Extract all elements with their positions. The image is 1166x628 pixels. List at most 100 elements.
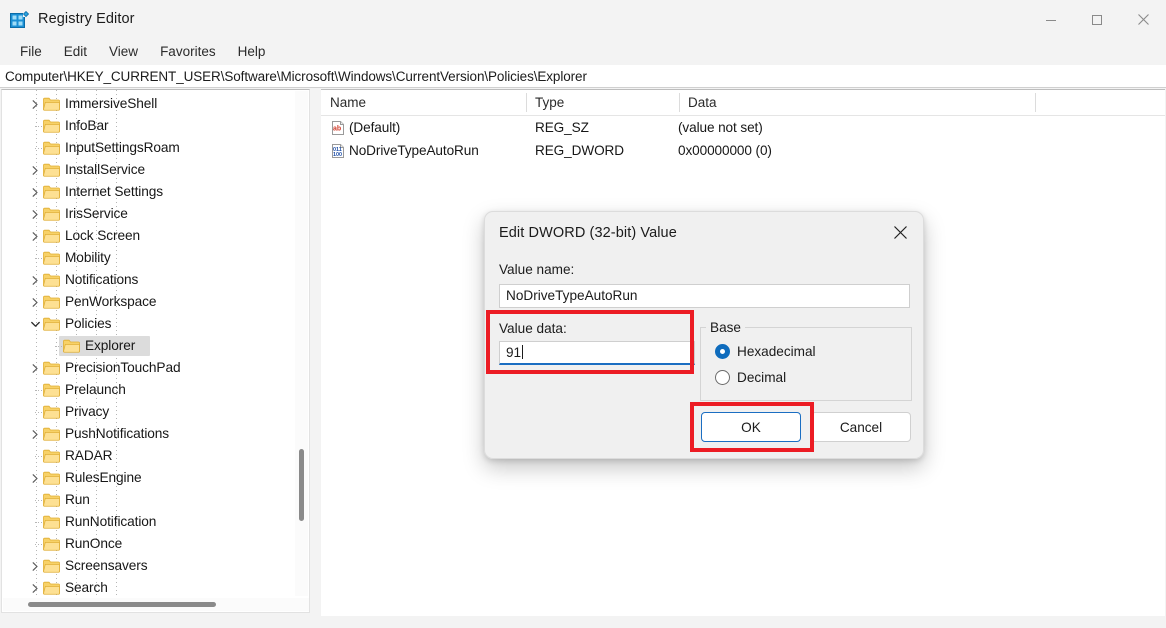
tree-item-search[interactable]: Search — [2, 577, 297, 595]
chevron-right-icon[interactable] — [27, 269, 43, 291]
tree-item-runonce[interactable]: RunOnce — [2, 533, 297, 555]
radio-hexadecimal-indicator — [715, 344, 730, 359]
tree-item-label: RunOnce — [65, 533, 122, 555]
tree-vertical-scrollbar[interactable] — [295, 91, 308, 596]
chevron-right-icon[interactable] — [27, 159, 43, 181]
tree-elbow-connector — [27, 137, 43, 159]
tree-item-notifications[interactable]: Notifications — [2, 269, 297, 291]
tree-item-lock-screen[interactable]: Lock Screen — [2, 225, 297, 247]
tree-item-policies[interactable]: Policies — [2, 313, 297, 335]
cancel-button[interactable]: Cancel — [811, 412, 911, 442]
folder-icon — [43, 163, 60, 177]
cell-type: REG_SZ — [535, 116, 589, 139]
window-title: Registry Editor — [38, 11, 135, 27]
folder-icon — [43, 317, 60, 331]
tree-item-internet-settings[interactable]: Internet Settings — [2, 181, 297, 203]
tree-item-label: IrisService — [65, 203, 128, 225]
chevron-right-icon[interactable] — [27, 577, 43, 595]
tree-elbow-connector — [27, 533, 43, 555]
tree-item-infobar[interactable]: InfoBar — [2, 115, 297, 137]
tree-item-inputsettingsroam[interactable]: InputSettingsRoam — [2, 137, 297, 159]
value-data-label: Value data: — [499, 321, 567, 336]
registry-path: Computer\HKEY_CURRENT_USER\Software\Micr… — [0, 69, 587, 84]
close-icon — [893, 225, 908, 240]
maximize-button[interactable] — [1074, 0, 1120, 39]
tree-horizontal-scroll-thumb[interactable] — [28, 602, 216, 607]
tree-item-pushnotifications[interactable]: PushNotifications — [2, 423, 297, 445]
close-button[interactable] — [1120, 0, 1166, 39]
folder-icon — [43, 185, 60, 199]
tree-item-label: Lock Screen — [65, 225, 140, 247]
list-column-headers: Name Type Data — [321, 90, 1165, 116]
chevron-right-icon[interactable] — [27, 181, 43, 203]
tree-item-prelaunch[interactable]: Prelaunch — [2, 379, 297, 401]
chevron-right-icon[interactable] — [27, 93, 43, 115]
column-header-name[interactable]: Name — [321, 90, 526, 115]
tree-item-label: Notifications — [65, 269, 138, 291]
chevron-right-icon[interactable] — [27, 555, 43, 577]
tree-item-screensavers[interactable]: Screensavers — [2, 555, 297, 577]
chevron-down-icon[interactable] — [27, 313, 43, 335]
tree-item-penworkspace[interactable]: PenWorkspace — [2, 291, 297, 313]
column-header-type[interactable]: Type — [526, 90, 679, 115]
tree-item-radar[interactable]: RADAR — [2, 445, 297, 467]
tree-vertical-scroll-thumb[interactable] — [299, 449, 304, 521]
menu-item-file[interactable]: File — [9, 41, 53, 63]
tree-item-privacy[interactable]: Privacy — [2, 401, 297, 423]
folder-icon — [43, 405, 60, 419]
pane-splitter[interactable] — [310, 88, 321, 628]
tree-horizontal-scrollbar[interactable] — [3, 598, 309, 611]
tree-item-run[interactable]: Run — [2, 489, 297, 511]
registry-tree[interactable]: ImmersiveShellInfoBarInputSettingsRoamIn… — [2, 90, 297, 595]
chevron-right-icon[interactable] — [27, 225, 43, 247]
menu-item-view[interactable]: View — [98, 41, 149, 63]
chevron-right-icon[interactable] — [27, 291, 43, 313]
chevron-right-icon[interactable] — [27, 203, 43, 225]
folder-icon — [43, 361, 60, 375]
menu-item-edit[interactable]: Edit — [53, 41, 98, 63]
radio-decimal-indicator — [715, 370, 730, 385]
radio-hexadecimal[interactable]: Hexadecimal — [715, 344, 816, 359]
ok-button[interactable]: OK — [701, 412, 801, 442]
tree-item-irisservice[interactable]: IrisService — [2, 203, 297, 225]
value-name-input[interactable]: NoDriveTypeAutoRun — [499, 284, 910, 308]
tree-item-label: Internet Settings — [65, 181, 163, 203]
dialog-close-button[interactable] — [878, 212, 923, 252]
address-bar[interactable]: Computer\HKEY_CURRENT_USER\Software\Micr… — [0, 65, 1166, 88]
title-bar: Registry Editor — [0, 0, 1166, 39]
tree-item-rulesengine[interactable]: RulesEngine — [2, 467, 297, 489]
tree-item-label: Policies — [65, 313, 111, 335]
table-row[interactable]: ab(Default)REG_SZ(value not set) — [321, 116, 1165, 139]
minimize-button[interactable] — [1028, 0, 1074, 39]
folder-icon — [63, 339, 80, 353]
value-data-input[interactable]: 91 — [499, 341, 695, 365]
svg-text:ab: ab — [333, 126, 341, 133]
chevron-right-icon[interactable] — [27, 357, 43, 379]
chevron-right-icon[interactable] — [27, 423, 43, 445]
chevron-right-icon[interactable] — [27, 467, 43, 489]
tree-item-mobility[interactable]: Mobility — [2, 247, 297, 269]
tree-item-label: PushNotifications — [65, 423, 169, 445]
menu-item-help[interactable]: Help — [227, 41, 277, 63]
column-divider[interactable] — [1035, 93, 1036, 112]
tree-item-explorer[interactable]: Explorer — [2, 335, 297, 357]
tree-item-runnotification[interactable]: RunNotification — [2, 511, 297, 533]
folder-icon — [43, 119, 60, 133]
tree-item-immersiveshell[interactable]: ImmersiveShell — [2, 93, 297, 115]
tree-item-label: Run — [65, 489, 90, 511]
table-row[interactable]: 011100NoDriveTypeAutoRunREG_DWORD0x00000… — [321, 139, 1165, 162]
tree-item-label: ImmersiveShell — [65, 93, 157, 115]
tree-item-installservice[interactable]: InstallService — [2, 159, 297, 181]
tree-item-label: Mobility — [65, 247, 111, 269]
column-header-data[interactable]: Data — [679, 90, 1035, 115]
folder-icon — [43, 295, 60, 309]
cell-name: (Default) — [349, 116, 400, 139]
tree-item-label: RunNotification — [65, 511, 156, 533]
tree-item-precisiontouchpad[interactable]: PrecisionTouchPad — [2, 357, 297, 379]
tree-elbow-connector — [27, 401, 43, 423]
menu-item-favorites[interactable]: Favorites — [149, 41, 227, 63]
tree-item-label: Privacy — [65, 401, 109, 423]
radio-decimal[interactable]: Decimal — [715, 370, 786, 385]
folder-icon — [43, 471, 60, 485]
svg-text:100: 100 — [333, 152, 342, 158]
